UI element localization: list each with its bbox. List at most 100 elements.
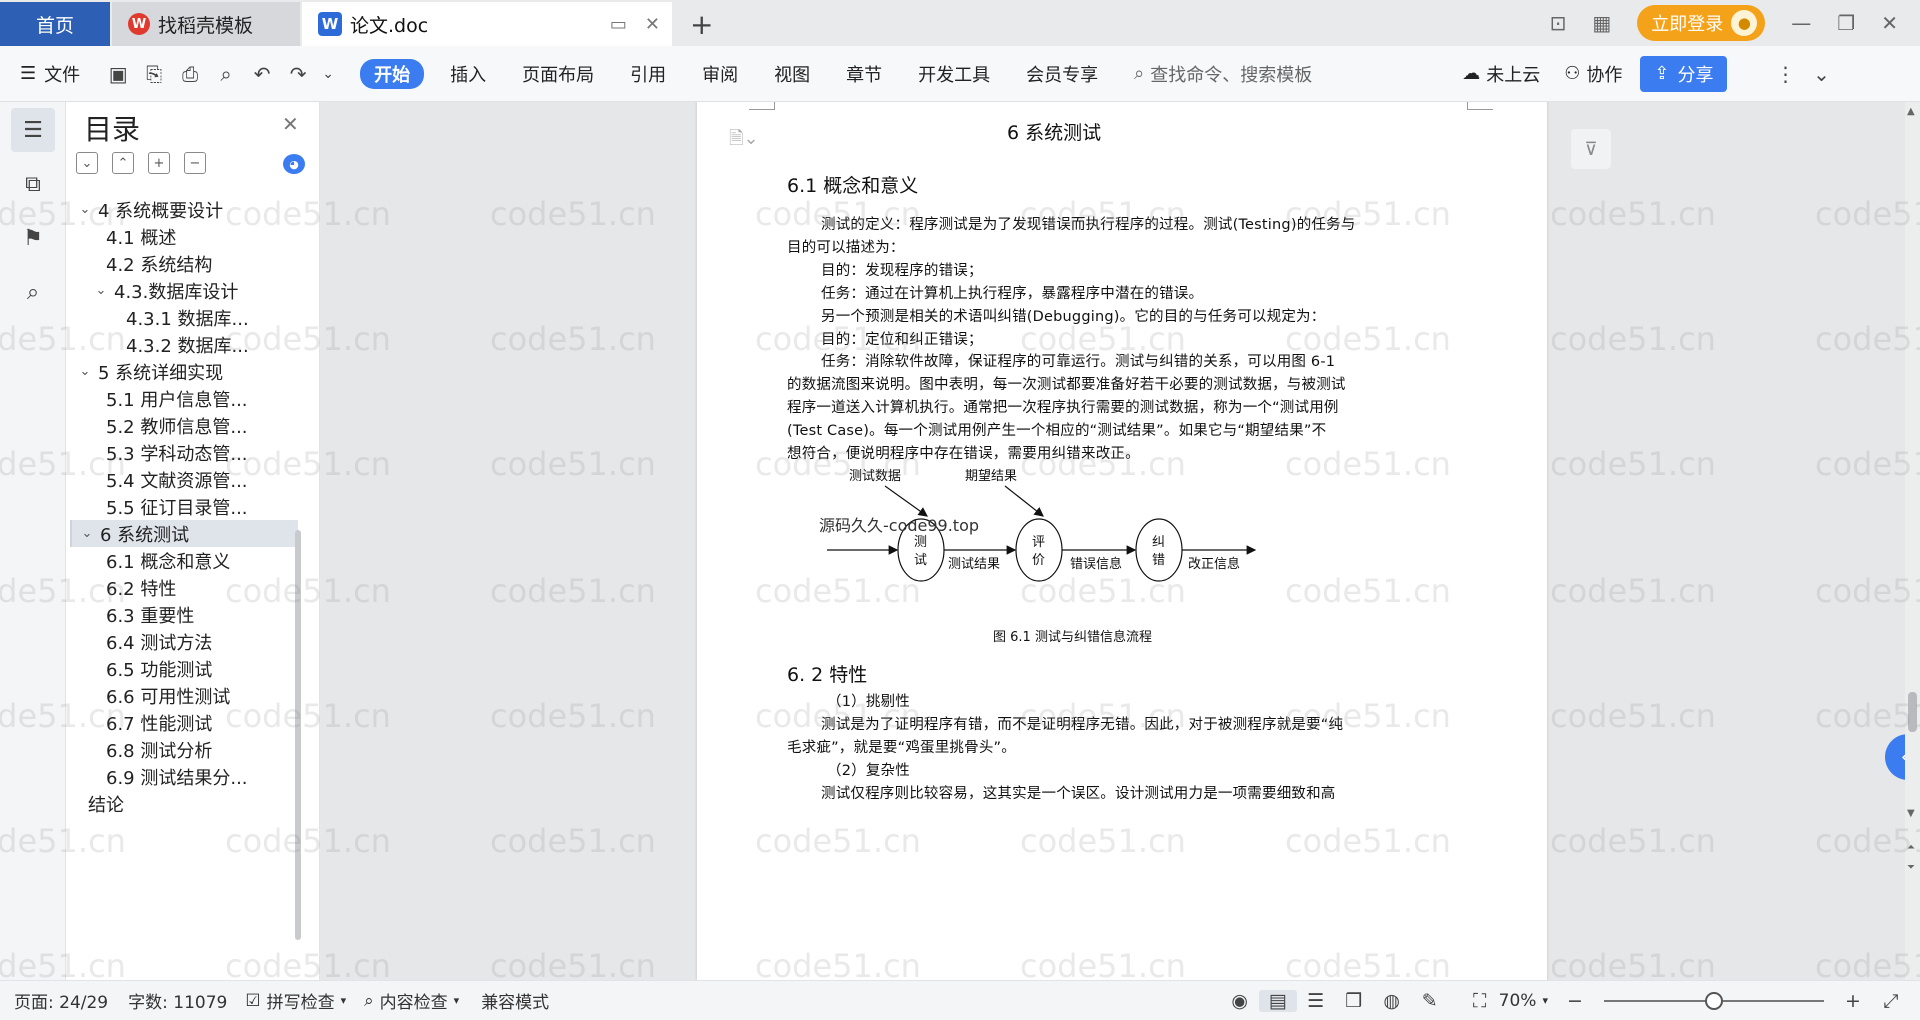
add-heading-icon[interactable]: + — [148, 152, 170, 174]
fit-page-icon[interactable]: ⛶ — [1461, 990, 1499, 1012]
tab-kaishi[interactable]: 开始 — [360, 58, 425, 89]
toc-item[interactable]: 4.2 系统结构 — [70, 250, 298, 277]
toc-item[interactable]: 6.1 概念和意义 — [70, 547, 298, 574]
layout-view-icon[interactable]: ⊡ — [1550, 11, 1567, 35]
tab-home[interactable]: 首页 — [0, 2, 110, 46]
remove-heading-icon[interactable]: − — [184, 152, 206, 174]
spell-check-button[interactable]: ☑ 拼写检查 ▾ — [245, 988, 346, 1014]
tab-document[interactable]: W 论文.doc ▭ ✕ — [302, 2, 672, 46]
toc-item[interactable]: ⌄ 5 系统详细实现 — [70, 358, 298, 385]
next-page-icon[interactable]: ⏷ — [1907, 862, 1915, 873]
tab-review[interactable]: 审阅 — [702, 61, 738, 87]
chevron-down-icon[interactable]: ⌄ — [76, 364, 94, 379]
toc-item[interactable]: 6.4 测试方法 — [70, 628, 298, 655]
collab-button[interactable]: ⚇ 协作 — [1564, 61, 1622, 87]
toc-item[interactable]: 4.3.1 数据库... — [70, 304, 298, 331]
toc-item[interactable]: 6.6 可用性测试 — [70, 682, 298, 709]
prev-page-icon[interactable]: ⏶ — [1907, 842, 1915, 853]
collapse-all-icon[interactable]: ⌃ — [112, 152, 134, 174]
page-options-icon[interactable]: 🗎⌄ — [729, 126, 759, 156]
collapse-ribbon-icon[interactable]: ⌄ — [1803, 62, 1839, 86]
toc-item[interactable]: 5.5 征订目录管... — [70, 493, 298, 520]
toc-item[interactable]: 6.9 测试结果分... — [70, 763, 298, 790]
toc-item[interactable]: 5.4 文献资源管... — [70, 466, 298, 493]
toc-item[interactable]: ⌄ 4 系统概要设计 — [70, 196, 298, 223]
redo-icon[interactable]: ↷ — [280, 62, 316, 86]
quick-access-dropdown-icon[interactable]: ⌄ — [316, 62, 340, 86]
toc-item[interactable]: ⌄ 6 系统测试 — [70, 520, 298, 547]
outline-icon[interactable]: ⧉ — [11, 162, 55, 206]
close-icon[interactable]: ✕ — [282, 112, 299, 136]
eye-protect-icon[interactable]: ◉ — [1221, 990, 1259, 1012]
toc-item[interactable]: 5.3 学科动态管... — [70, 439, 298, 466]
restore-icon[interactable]: ❐ — [1837, 11, 1855, 35]
tab-page-layout[interactable]: 页面布局 — [522, 61, 594, 87]
scroll-up-icon[interactable]: ▲ — [1907, 106, 1915, 117]
tab-developer[interactable]: 开发工具 — [918, 61, 990, 87]
vertical-scrollbar[interactable]: ▲ ▼ ⏶ ⏷ — [1905, 102, 1920, 980]
word-count[interactable]: 字数: 11079 — [128, 988, 227, 1013]
toc-item[interactable]: 6.7 性能测试 — [70, 709, 298, 736]
document-page[interactable]: 🗎⌄ 6 系统测试 6.1 概念和意义 测试的定义：程序测试是为了发现错误而执行… — [697, 102, 1547, 980]
toc-item-label: 6.4 测试方法 — [106, 632, 213, 654]
expand-all-icon[interactable]: ⌄ — [76, 152, 98, 174]
toc-item[interactable]: 结论 — [70, 790, 298, 817]
fullscreen-icon[interactable]: ⤢ — [1872, 990, 1910, 1012]
zoom-out-icon[interactable]: − — [1556, 990, 1594, 1012]
outline-view-icon[interactable]: ☰ — [1297, 990, 1335, 1012]
scroll-down-icon[interactable]: ▼ — [1907, 808, 1915, 819]
minimize-icon[interactable]: — — [1791, 11, 1811, 35]
toc-item[interactable]: 4.3.2 数据库... — [70, 331, 298, 358]
save-icon[interactable]: ▣ — [100, 62, 136, 86]
close-window-icon[interactable]: ✕ — [1881, 11, 1898, 35]
login-button[interactable]: 立即登录 ● — [1637, 5, 1766, 41]
zoom-slider-knob[interactable] — [1705, 991, 1723, 1010]
web-view-icon[interactable]: ◍ — [1373, 990, 1411, 1012]
tab-insert[interactable]: 插入 — [450, 61, 486, 87]
tab-view[interactable]: 视图 — [774, 61, 810, 87]
chevron-down-icon[interactable]: ⌄ — [78, 526, 96, 541]
tab-templates[interactable]: W 找稻壳模板 — [112, 2, 300, 46]
export-icon[interactable]: ⎘ — [136, 62, 172, 86]
zoom-level[interactable]: 70% ▾ — [1499, 991, 1548, 1011]
cloud-status[interactable]: ☁ 未上云 — [1462, 61, 1540, 87]
file-menu[interactable]: ☰ 文件 — [20, 61, 80, 87]
apps-grid-icon[interactable]: ▦ — [1592, 11, 1611, 35]
page-view-icon[interactable]: ▤ — [1258, 989, 1297, 1012]
command-search[interactable]: ⌕ 查找命令、搜索模板 — [1134, 61, 1312, 87]
close-tab-icon[interactable]: ✕ — [645, 14, 660, 35]
toc-item[interactable]: 5.1 用户信息管... — [70, 385, 298, 412]
print-icon[interactable]: ⎙ — [172, 62, 208, 86]
undo-icon[interactable]: ↶ — [244, 62, 280, 86]
search-panel-icon[interactable]: ⌕ — [11, 270, 55, 314]
toc-item[interactable]: 6.5 功能测试 — [70, 655, 298, 682]
pen-icon[interactable]: ✎ — [1411, 990, 1449, 1012]
tab-member[interactable]: 会员专享 — [1026, 61, 1098, 87]
toc-item[interactable]: 4.1 概述 — [70, 223, 298, 250]
more-icon[interactable]: ⋮ — [1767, 62, 1803, 86]
bookmark-icon[interactable]: ⚑ — [11, 216, 55, 260]
content-check-button[interactable]: ⌕ 内容检查 ▾ — [364, 988, 459, 1014]
page-indicator[interactable]: 页面: 24/29 — [14, 988, 108, 1013]
share-button[interactable]: ⇪ 分享 — [1640, 55, 1728, 92]
scrollbar-thumb[interactable] — [1908, 692, 1917, 732]
zoom-slider[interactable] — [1604, 991, 1824, 1010]
tab-chapter[interactable]: 章节 — [846, 61, 882, 87]
chevron-down-icon[interactable]: ⌄ — [76, 202, 94, 217]
read-mode-icon[interactable]: ❒ — [1335, 990, 1373, 1012]
print-preview-icon[interactable]: ⌕ — [208, 62, 244, 86]
float-window-icon[interactable]: ▭ — [610, 14, 627, 35]
toc-item[interactable]: ⌄ 4.3.数据库设计 — [70, 277, 298, 304]
new-tab-button[interactable]: + — [690, 8, 713, 41]
chevron-down-icon[interactable]: ⌄ — [92, 283, 110, 298]
ai-assist-icon[interactable]: ◕ — [283, 154, 305, 174]
toc-scrollbar[interactable] — [295, 530, 301, 940]
toc-item[interactable]: 6.3 重要性 — [70, 601, 298, 628]
toc-panel-icon[interactable]: ☰ — [11, 108, 55, 152]
toc-item[interactable]: 5.2 教师信息管... — [70, 412, 298, 439]
toc-item[interactable]: 6.2 特性 — [70, 574, 298, 601]
tab-references[interactable]: 引用 — [630, 61, 666, 87]
filter-icon[interactable]: ⊽ — [1571, 129, 1611, 169]
zoom-in-icon[interactable]: + — [1834, 990, 1872, 1012]
toc-item[interactable]: 6.8 测试分析 — [70, 736, 298, 763]
